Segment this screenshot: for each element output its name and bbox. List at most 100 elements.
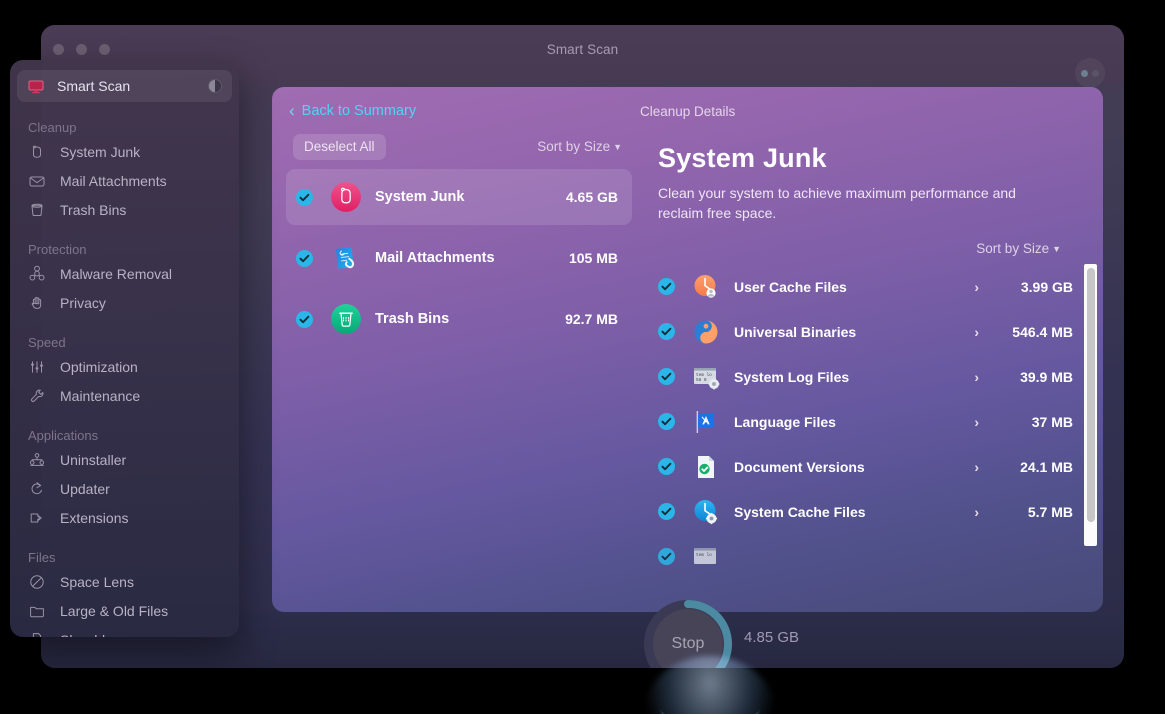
category-checkbox[interactable]	[296, 249, 313, 267]
language-files-icon	[691, 407, 721, 437]
deselect-all-button[interactable]: Deselect All	[293, 134, 386, 160]
hand-icon	[28, 294, 46, 312]
detail-checkbox[interactable]	[658, 413, 675, 430]
mail-attachments-icon	[331, 243, 361, 273]
sidebar-item-malware-removal[interactable]: Malware Removal	[10, 259, 239, 288]
category-row[interactable]: Mail Attachments 105 MB	[286, 230, 632, 286]
sidebar-item-space-lens[interactable]: Space Lens	[10, 567, 239, 596]
sidebar-item-system-junk[interactable]: System Junk	[10, 137, 239, 166]
dot-icon	[1081, 69, 1088, 77]
detail-name: User Cache Files	[734, 278, 847, 295]
universal-binaries-icon	[691, 317, 721, 347]
sidebar-item-extensions[interactable]: Extensions	[10, 503, 239, 532]
category-checkbox[interactable]	[296, 188, 313, 206]
sidebar-item-label: Smart Scan	[57, 78, 131, 94]
detail-sort-label: Sort by Size	[976, 241, 1050, 256]
chevron-down-icon: ▼	[1052, 244, 1061, 254]
wrench-icon	[28, 387, 46, 405]
detail-name: System Cache Files	[734, 503, 866, 520]
sidebar-item-label: Space Lens	[60, 573, 134, 590]
more-options-button[interactable]	[1075, 58, 1105, 88]
detail-name: Language Files	[734, 413, 836, 430]
sidebar-item-privacy[interactable]: Privacy	[10, 288, 239, 317]
sidebar-item-maintenance[interactable]: Maintenance	[10, 381, 239, 410]
sidebar-group-label: Files	[28, 550, 56, 565]
category-name: Mail Attachments	[375, 250, 495, 266]
category-name: Trash Bins	[375, 311, 450, 327]
sidebar-item-trash-bins[interactable]: Trash Bins	[10, 195, 239, 224]
contrast-toggle-icon[interactable]	[208, 79, 222, 93]
scrollbar-thumb[interactable]	[1086, 268, 1095, 522]
chevron-right-icon[interactable]: ›	[974, 324, 979, 340]
detail-size: 5.7 MB	[1027, 503, 1073, 520]
category-column: Deselect All Sort by Size ▼ System Junk 4.…	[286, 133, 632, 347]
back-to-summary-link[interactable]: ‹ Back to Summary	[289, 102, 416, 119]
updater-icon	[28, 480, 46, 498]
detail-name: System Log Files	[734, 368, 850, 385]
category-size: 92.7 MB	[565, 311, 618, 327]
sidebar-item-smart-scan[interactable]: Smart Scan	[17, 70, 232, 102]
sidebar-item-shredder[interactable]: Shredder	[10, 625, 239, 637]
sidebar-item-large-old-files[interactable]: Large & Old Files	[10, 596, 239, 625]
document-versions-icon	[691, 452, 721, 482]
sidebar-item-label: Shredder	[60, 632, 118, 638]
detail-column: System Junk Clean your system to achieve…	[640, 133, 1103, 612]
detail-checkbox[interactable]	[658, 503, 675, 520]
trash-bins-icon	[331, 304, 361, 334]
sidebar-group-label: Speed	[28, 335, 66, 350]
detail-checkbox[interactable]	[658, 368, 675, 385]
sidebar-item-label: Mail Attachments	[60, 172, 167, 189]
dot-icon	[1092, 69, 1099, 77]
detail-sort-dropdown[interactable]: Sort by Size ▼	[976, 241, 1061, 256]
back-label: Back to Summary	[301, 102, 417, 119]
detail-row[interactable]: tem lo 56 0 System Log Files › 39.9 MB	[658, 354, 1073, 399]
sidebar-group-label: Protection	[28, 242, 87, 257]
detail-checkbox[interactable]	[658, 323, 675, 340]
sidebar-item-label: System Junk	[60, 143, 141, 160]
screen: Smart Scan ‹ Back to Summary Cleanup Det…	[0, 0, 1165, 714]
chevron-right-icon[interactable]: ›	[974, 369, 979, 385]
sidebar-item-optimization[interactable]: Optimization	[10, 352, 239, 381]
uninstaller-icon	[28, 451, 46, 469]
detail-row[interactable]: Universal Binaries › 546.4 MB	[658, 309, 1073, 354]
detail-checkbox[interactable]	[658, 458, 675, 475]
sidebar-item-updater[interactable]: Updater	[10, 474, 239, 503]
chevron-right-icon[interactable]: ›	[974, 279, 979, 295]
page-title: System Junk	[658, 143, 827, 173]
chevron-right-icon[interactable]: ›	[974, 414, 979, 430]
detail-row[interactable]: Document Versions › 24.1 MB	[658, 444, 1073, 489]
sidebar-item-label: Extensions	[60, 509, 129, 526]
detail-name: Universal Binaries	[734, 323, 857, 340]
sidebar: Smart Scan Cleanup System Junk Mail Attach…	[10, 60, 239, 637]
sidebar-item-uninstaller[interactable]: Uninstaller	[10, 445, 239, 474]
category-row[interactable]: Trash Bins 92.7 MB	[286, 291, 632, 347]
chevron-right-icon[interactable]: ›	[974, 459, 979, 475]
category-row[interactable]: System Junk 4.65 GB	[286, 169, 632, 225]
sidebar-item-mail-attachments[interactable]: Mail Attachments	[10, 166, 239, 195]
category-toolbar: Deselect All Sort by Size ▼	[286, 133, 632, 165]
detail-checkbox[interactable]	[658, 278, 675, 295]
sidebar-item-label: Malware Removal	[60, 265, 173, 282]
detail-name: Document Versions	[734, 458, 865, 475]
detail-row[interactable]: User Cache Files › 3.99 GB	[658, 264, 1073, 309]
sidebar-item-label: Optimization	[60, 358, 138, 375]
total-size-label: 4.85 GB	[744, 629, 800, 646]
sidebar-item-label: Large & Old Files	[60, 602, 169, 619]
category-size: 105 MB	[568, 250, 618, 266]
smart-scan-icon	[27, 77, 45, 95]
category-checkbox[interactable]	[296, 310, 313, 328]
detail-row-partial[interactable]: tem lo	[658, 534, 1073, 579]
system-junk-icon	[331, 182, 361, 212]
svg-text:tem lo: tem lo	[696, 553, 712, 558]
category-sort-dropdown[interactable]: Sort by Size ▼	[537, 139, 622, 154]
detail-scrollbar[interactable]	[1084, 264, 1097, 546]
detail-row[interactable]: Language Files › 37 MB	[658, 399, 1073, 444]
window-title: Smart Scan	[546, 42, 619, 57]
user-cache-icon	[691, 272, 721, 302]
chevron-left-icon: ‹	[289, 101, 295, 120]
detail-checkbox[interactable]	[658, 548, 675, 565]
chevron-right-icon[interactable]: ›	[974, 504, 979, 520]
detail-row[interactable]: System Cache Files › 5.7 MB	[658, 489, 1073, 534]
sidebar-item-label: Trash Bins	[60, 201, 127, 218]
sidebar-group-label: Applications	[28, 428, 99, 443]
